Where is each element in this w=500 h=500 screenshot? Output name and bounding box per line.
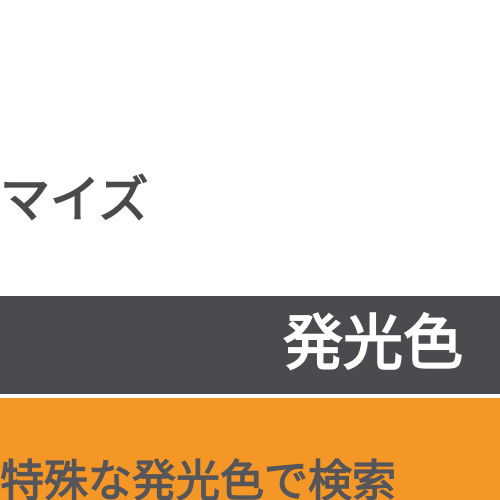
emission-color-label: 発光色 — [283, 309, 463, 379]
special-emission-search-label: 特殊な発光色で検索 — [0, 456, 396, 500]
section-heading: マイズ — [0, 171, 149, 229]
special-emission-search-banner[interactable]: 特殊な発光色で検索 — [0, 398, 500, 500]
emission-color-banner[interactable]: 発光色 — [0, 296, 500, 394]
page: マイズ 発光色 特殊な発光色で検索 — [0, 0, 500, 500]
